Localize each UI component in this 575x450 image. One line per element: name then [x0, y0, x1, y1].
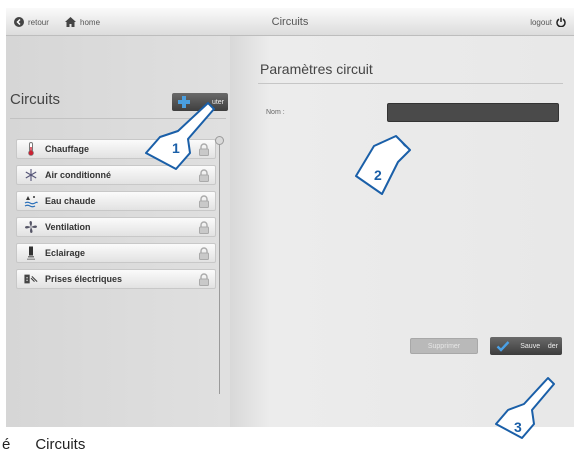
caption: é Circuits [2, 436, 86, 450]
divider [258, 83, 563, 84]
settings-title: Paramètres circuit [260, 61, 373, 77]
delete-button[interactable]: Supprimer [410, 338, 478, 354]
circuit-item-eau-chaude[interactable]: Eau chaude [16, 191, 216, 211]
circuit-label: Prises électriques [45, 274, 123, 284]
circuit-item-prises-electriques[interactable]: Prises électriques [16, 269, 216, 289]
circuit-item-ventilation[interactable]: Ventilation [16, 217, 216, 237]
power-icon [556, 17, 566, 27]
circuit-label: Ventilation [45, 222, 91, 232]
lock-icon [198, 195, 210, 208]
circuit-label: Air conditionné [45, 170, 111, 180]
top-bar: retour home Circuits logout [6, 8, 574, 36]
lock-icon [198, 247, 210, 260]
circuit-item-eclairage[interactable]: Eclairage [16, 243, 216, 263]
callout-number: 1 [172, 140, 180, 156]
settings-panel [230, 36, 574, 427]
lock-icon [198, 221, 210, 234]
tutorial-pointer-3: 3 [495, 377, 555, 439]
nom-input[interactable] [387, 103, 559, 122]
page-title: Circuits [271, 16, 309, 28]
checkmark-icon [496, 339, 510, 355]
tutorial-pointer-2: 2 [355, 135, 411, 195]
circuits-title: Circuits [10, 91, 61, 108]
water-heater-icon [24, 194, 38, 208]
plug-icon [24, 272, 38, 286]
save-button-label: Sauve der [520, 342, 558, 350]
tutorial-pointer-1: 1 [145, 102, 215, 170]
lock-icon [198, 273, 210, 286]
thermometer-icon [24, 142, 38, 156]
lamp-icon [24, 246, 38, 260]
scrollbar-track[interactable] [219, 139, 220, 394]
circuit-label: Eau chaude [45, 196, 96, 206]
app-area: Circuits uter Chauffage Air conditionné [6, 36, 574, 427]
circuit-label: Eclairage [45, 248, 86, 258]
nom-label: Nom : [266, 109, 285, 116]
logout-button[interactable]: logout [530, 8, 566, 36]
circuit-label: Chauffage [45, 144, 90, 154]
delete-button-label: Supprimer [427, 342, 461, 350]
callout-number: 2 [374, 167, 382, 183]
snowflake-icon [24, 168, 38, 182]
callout-number: 3 [514, 419, 522, 435]
save-button[interactable]: Sauve der [490, 337, 562, 355]
logout-label: logout [530, 17, 552, 27]
fan-icon [24, 220, 38, 234]
